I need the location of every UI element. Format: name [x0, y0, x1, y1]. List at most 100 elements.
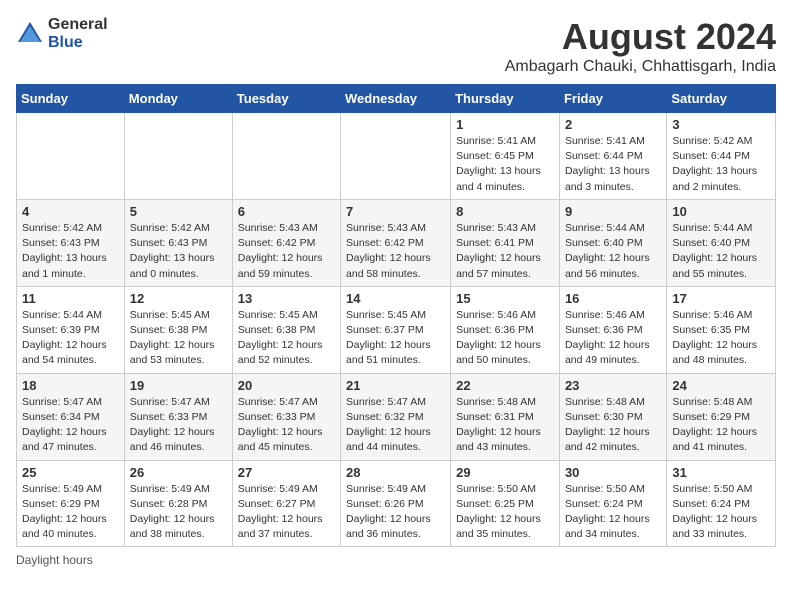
day-info: Sunrise: 5:49 AM Sunset: 6:29 PM Dayligh… — [22, 482, 119, 543]
header-day: Wednesday — [341, 85, 451, 113]
logo-text: General Blue — [48, 16, 108, 51]
calendar-title: August 2024 — [505, 16, 776, 58]
day-info: Sunrise: 5:47 AM Sunset: 6:33 PM Dayligh… — [130, 395, 227, 456]
calendar-cell — [232, 113, 340, 200]
day-number: 13 — [238, 291, 335, 306]
footer-note: Daylight hours — [16, 553, 776, 567]
day-number: 15 — [456, 291, 554, 306]
day-info: Sunrise: 5:48 AM Sunset: 6:30 PM Dayligh… — [565, 395, 661, 456]
calendar-cell: 27Sunrise: 5:49 AM Sunset: 6:27 PM Dayli… — [232, 460, 340, 547]
header-day: Saturday — [667, 85, 776, 113]
day-info: Sunrise: 5:46 AM Sunset: 6:36 PM Dayligh… — [565, 308, 661, 369]
calendar-cell: 4 Sunrise: 5:42 AM Sunset: 6:43 PM Daylig… — [17, 199, 125, 286]
calendar-cell: 22 Sunrise: 5:48 AM Sunset: 6:31 PM Dayli… — [451, 373, 560, 460]
day-info: Sunrise: 5:44 AM Sunset: 6:40 PM Dayligh… — [672, 221, 770, 282]
day-number: 12 — [130, 291, 227, 306]
day-number: 14 — [346, 291, 445, 306]
calendar-cell — [341, 113, 451, 200]
header: General Blue August 2024 Ambagarh Chauki… — [16, 16, 776, 76]
day-number: 8 — [456, 204, 554, 219]
header-row: SundayMondayTuesdayWednesdayThursdayFrid… — [17, 85, 776, 113]
logo-blue: Blue — [48, 34, 108, 52]
day-info: Sunrise: 5:47 AM Sunset: 6:32 PM Dayligh… — [346, 395, 445, 456]
calendar-cell: 14Sunrise: 5:45 AM Sunset: 6:37 PM Dayli… — [341, 286, 451, 373]
day-number: 26 — [130, 465, 227, 480]
calendar-cell: 24Sunrise: 5:48 AM Sunset: 6:29 PM Dayli… — [667, 373, 776, 460]
calendar-week-row: 11Sunrise: 5:44 AM Sunset: 6:39 PM Dayli… — [17, 286, 776, 373]
day-number: 4 — [22, 204, 119, 219]
day-info: Sunrise: 5:42 AM Sunset: 6:43 PM Dayligh… — [130, 221, 227, 282]
calendar-header: SundayMondayTuesdayWednesdayThursdayFrid… — [17, 85, 776, 113]
calendar-cell: 7 Sunrise: 5:43 AM Sunset: 6:42 PM Daylig… — [341, 199, 451, 286]
day-number: 1 — [456, 117, 554, 132]
day-info: Sunrise: 5:49 AM Sunset: 6:28 PM Dayligh… — [130, 482, 227, 543]
day-number: 17 — [672, 291, 770, 306]
day-info: Sunrise: 5:50 AM Sunset: 6:25 PM Dayligh… — [456, 482, 554, 543]
day-number: 6 — [238, 204, 335, 219]
calendar-cell — [124, 113, 232, 200]
day-info: Sunrise: 5:50 AM Sunset: 6:24 PM Dayligh… — [565, 482, 661, 543]
calendar-cell: 1 Sunrise: 5:41 AM Sunset: 6:45 PM Daylig… — [451, 113, 560, 200]
calendar-cell: 16 Sunrise: 5:46 AM Sunset: 6:36 PM Dayli… — [559, 286, 666, 373]
day-info: Sunrise: 5:48 AM Sunset: 6:29 PM Dayligh… — [672, 395, 770, 456]
day-number: 20 — [238, 378, 335, 393]
day-number: 28 — [346, 465, 445, 480]
day-number: 3 — [672, 117, 770, 132]
day-info: Sunrise: 5:43 AM Sunset: 6:41 PM Dayligh… — [456, 221, 554, 282]
day-number: 7 — [346, 204, 445, 219]
calendar-cell: 18Sunrise: 5:47 AM Sunset: 6:34 PM Dayli… — [17, 373, 125, 460]
day-info: Sunrise: 5:49 AM Sunset: 6:26 PM Dayligh… — [346, 482, 445, 543]
day-number: 31 — [672, 465, 770, 480]
calendar-cell: 30 Sunrise: 5:50 AM Sunset: 6:24 PM Dayli… — [559, 460, 666, 547]
calendar-cell: 23 Sunrise: 5:48 AM Sunset: 6:30 PM Dayli… — [559, 373, 666, 460]
day-info: Sunrise: 5:46 AM Sunset: 6:35 PM Dayligh… — [672, 308, 770, 369]
day-info: Sunrise: 5:41 AM Sunset: 6:45 PM Dayligh… — [456, 134, 554, 195]
day-info: Sunrise: 5:43 AM Sunset: 6:42 PM Dayligh… — [238, 221, 335, 282]
day-number: 11 — [22, 291, 119, 306]
day-number: 25 — [22, 465, 119, 480]
calendar-cell: 11Sunrise: 5:44 AM Sunset: 6:39 PM Dayli… — [17, 286, 125, 373]
logo-icon — [16, 20, 44, 48]
calendar-cell: 20Sunrise: 5:47 AM Sunset: 6:33 PM Dayli… — [232, 373, 340, 460]
header-day: Thursday — [451, 85, 560, 113]
day-number: 22 — [456, 378, 554, 393]
header-day: Sunday — [17, 85, 125, 113]
day-info: Sunrise: 5:42 AM Sunset: 6:43 PM Dayligh… — [22, 221, 119, 282]
calendar-body: 1 Sunrise: 5:41 AM Sunset: 6:45 PM Daylig… — [17, 113, 776, 547]
day-number: 2 — [565, 117, 661, 132]
header-day: Friday — [559, 85, 666, 113]
calendar-week-row: 25 Sunrise: 5:49 AM Sunset: 6:29 PM Dayli… — [17, 460, 776, 547]
header-day: Tuesday — [232, 85, 340, 113]
calendar-cell: 19 Sunrise: 5:47 AM Sunset: 6:33 PM Dayli… — [124, 373, 232, 460]
calendar-cell: 13Sunrise: 5:45 AM Sunset: 6:38 PM Dayli… — [232, 286, 340, 373]
day-number: 21 — [346, 378, 445, 393]
logo-general: General — [48, 16, 108, 34]
day-info: Sunrise: 5:50 AM Sunset: 6:24 PM Dayligh… — [672, 482, 770, 543]
calendar-cell — [17, 113, 125, 200]
calendar-cell: 6 Sunrise: 5:43 AM Sunset: 6:42 PM Daylig… — [232, 199, 340, 286]
day-number: 19 — [130, 378, 227, 393]
calendar-cell: 3 Sunrise: 5:42 AM Sunset: 6:44 PM Daylig… — [667, 113, 776, 200]
day-number: 16 — [565, 291, 661, 306]
calendar-cell: 12 Sunrise: 5:45 AM Sunset: 6:38 PM Dayli… — [124, 286, 232, 373]
day-info: Sunrise: 5:46 AM Sunset: 6:36 PM Dayligh… — [456, 308, 554, 369]
day-number: 23 — [565, 378, 661, 393]
logo: General Blue — [16, 16, 108, 51]
calendar-cell: 29 Sunrise: 5:50 AM Sunset: 6:25 PM Dayli… — [451, 460, 560, 547]
header-day: Monday — [124, 85, 232, 113]
calendar-cell: 25 Sunrise: 5:49 AM Sunset: 6:29 PM Dayli… — [17, 460, 125, 547]
calendar-cell: 2Sunrise: 5:41 AM Sunset: 6:44 PM Daylig… — [559, 113, 666, 200]
day-info: Sunrise: 5:42 AM Sunset: 6:44 PM Dayligh… — [672, 134, 770, 195]
calendar-cell: 8 Sunrise: 5:43 AM Sunset: 6:41 PM Daylig… — [451, 199, 560, 286]
calendar-cell: 15 Sunrise: 5:46 AM Sunset: 6:36 PM Dayli… — [451, 286, 560, 373]
calendar-week-row: 18Sunrise: 5:47 AM Sunset: 6:34 PM Dayli… — [17, 373, 776, 460]
day-info: Sunrise: 5:45 AM Sunset: 6:38 PM Dayligh… — [130, 308, 227, 369]
day-number: 30 — [565, 465, 661, 480]
day-info: Sunrise: 5:48 AM Sunset: 6:31 PM Dayligh… — [456, 395, 554, 456]
calendar-cell: 9Sunrise: 5:44 AM Sunset: 6:40 PM Daylig… — [559, 199, 666, 286]
day-number: 18 — [22, 378, 119, 393]
day-number: 29 — [456, 465, 554, 480]
calendar-cell: 31 Sunrise: 5:50 AM Sunset: 6:24 PM Dayli… — [667, 460, 776, 547]
day-info: Sunrise: 5:43 AM Sunset: 6:42 PM Dayligh… — [346, 221, 445, 282]
calendar-cell: 5Sunrise: 5:42 AM Sunset: 6:43 PM Daylig… — [124, 199, 232, 286]
